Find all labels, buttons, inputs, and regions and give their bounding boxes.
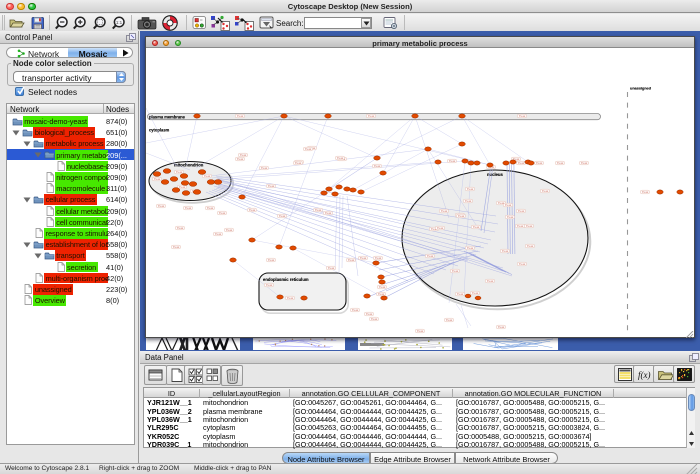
svg-text:plasma membrane: plasma membrane bbox=[149, 115, 186, 120]
svg-text:Yx-xx: Yx-xx bbox=[374, 164, 381, 168]
svg-text:mitochondrion: mitochondrion bbox=[174, 163, 204, 168]
svg-text:Yx-xx: Yx-xx bbox=[642, 190, 649, 194]
svg-text:Yx-xx: Yx-xx bbox=[371, 317, 378, 321]
svg-text:Yx-xx: Yx-xx bbox=[360, 256, 367, 260]
svg-text:Yx-xx: Yx-xx bbox=[204, 174, 211, 178]
svg-text:Yx-xx: Yx-xx bbox=[517, 224, 524, 228]
svg-text:Yx-xx: Yx-xx bbox=[441, 209, 448, 213]
svg-text:Yx-xx: Yx-xx bbox=[375, 256, 382, 260]
svg-text:Yx-xx: Yx-xx bbox=[449, 159, 456, 163]
svg-text:Yx-xx: Yx-xx bbox=[158, 204, 165, 208]
svg-text:Yx-xx: Yx-xx bbox=[518, 209, 525, 213]
svg-text:Yx-xx: Yx-xx bbox=[219, 211, 226, 215]
svg-text:Yx-xx: Yx-xx bbox=[240, 153, 247, 157]
svg-text:Yx-xx: Yx-xx bbox=[557, 161, 564, 165]
svg-text:Yx-xx: Yx-xx bbox=[536, 161, 543, 165]
svg-text:Yx-xx: Yx-xx bbox=[226, 228, 233, 232]
svg-text:1:1: 1:1 bbox=[116, 20, 123, 25]
svg-text:Yx-xx: Yx-xx bbox=[366, 312, 373, 316]
svg-text:Yx-xx: Yx-xx bbox=[249, 208, 256, 212]
svg-text:Yx-xx: Yx-xx bbox=[173, 245, 180, 249]
svg-text:Yx-xx: Yx-xx bbox=[348, 258, 355, 262]
svg-text:f(x): f(x) bbox=[638, 370, 651, 380]
svg-text:Yx-xx: Yx-xx bbox=[467, 187, 474, 191]
svg-text:Yx-xx: Yx-xx bbox=[154, 177, 161, 181]
svg-text:Yx-xx: Yx-xx bbox=[207, 206, 214, 210]
svg-text:Yx-xx: Yx-xx bbox=[368, 114, 375, 118]
svg-text:Yx-xx: Yx-xx bbox=[498, 325, 505, 329]
svg-text:Yx-xx: Yx-xx bbox=[519, 262, 526, 266]
svg-text:Yx-xx: Yx-xx bbox=[287, 296, 294, 300]
svg-text:Yx-xx: Yx-xx bbox=[542, 189, 549, 193]
svg-text:Yx-xx: Yx-xx bbox=[268, 258, 275, 262]
svg-text:Yx-xx: Yx-xx bbox=[177, 226, 184, 230]
svg-text:Yx-xx: Yx-xx bbox=[268, 184, 275, 188]
svg-text:Yx-xx: Yx-xx bbox=[502, 249, 509, 253]
svg-text:Yx-xx: Yx-xx bbox=[446, 318, 453, 322]
svg-text:Yx-xx: Yx-xx bbox=[526, 224, 533, 228]
svg-text:Yx-xx: Yx-xx bbox=[473, 225, 480, 229]
svg-text:Yx-xx: Yx-xx bbox=[452, 269, 459, 273]
svg-text:Yx-xx: Yx-xx bbox=[518, 161, 525, 165]
svg-text:Yx-xx: Yx-xx bbox=[437, 226, 444, 230]
svg-text:Yx-xx: Yx-xx bbox=[505, 203, 512, 207]
svg-text:Yx-xx: Yx-xx bbox=[176, 170, 183, 174]
svg-text:Yx-xx: Yx-xx bbox=[465, 199, 472, 203]
svg-text:Yx-xx: Yx-xx bbox=[467, 246, 474, 250]
svg-text:Yx-xx: Yx-xx bbox=[458, 214, 465, 218]
svg-text:Yx-xx: Yx-xx bbox=[527, 244, 534, 248]
svg-text:Yx-xx: Yx-xx bbox=[427, 254, 434, 258]
svg-text:Yx-xx: Yx-xx bbox=[325, 211, 332, 215]
svg-text:Yx-xx: Yx-xx bbox=[519, 114, 526, 118]
svg-text:Yx-xx: Yx-xx bbox=[295, 161, 302, 165]
svg-text:Yx-xx: Yx-xx bbox=[457, 292, 464, 296]
svg-text:Yx-xx: Yx-xx bbox=[417, 329, 424, 333]
svg-text:Yx-xx: Yx-xx bbox=[315, 208, 322, 212]
svg-text:unassigned: unassigned bbox=[630, 87, 652, 91]
svg-text:Yx-xx: Yx-xx bbox=[507, 215, 514, 219]
svg-text:Yx-xx: Yx-xx bbox=[261, 166, 268, 170]
svg-text:Yx-xx: Yx-xx bbox=[237, 114, 244, 118]
svg-text:Yx-xx: Yx-xx bbox=[328, 266, 335, 270]
svg-text:endoplasmic reticulum: endoplasmic reticulum bbox=[263, 277, 309, 282]
svg-text:Yx-xx: Yx-xx bbox=[378, 292, 385, 296]
svg-text:Yx-xx: Yx-xx bbox=[352, 308, 359, 312]
svg-text:Yx-xx: Yx-xx bbox=[472, 291, 479, 295]
svg-text:Yx-xx: Yx-xx bbox=[215, 232, 222, 236]
svg-text:Yx-xx: Yx-xx bbox=[279, 214, 286, 218]
svg-text:Yx-xx: Yx-xx bbox=[487, 279, 494, 283]
svg-text:Yx-xx: Yx-xx bbox=[581, 161, 588, 165]
svg-text:Yx-xx: Yx-xx bbox=[337, 156, 344, 160]
svg-text:Yx-xx: Yx-xx bbox=[379, 285, 386, 289]
svg-text:cytoplasm: cytoplasm bbox=[149, 128, 170, 133]
svg-text:Yx-xx: Yx-xx bbox=[266, 283, 273, 287]
svg-text:Yx-xx: Yx-xx bbox=[237, 157, 244, 161]
svg-text:Yx-xx: Yx-xx bbox=[305, 147, 312, 151]
svg-text:Yx-xx: Yx-xx bbox=[185, 206, 192, 210]
